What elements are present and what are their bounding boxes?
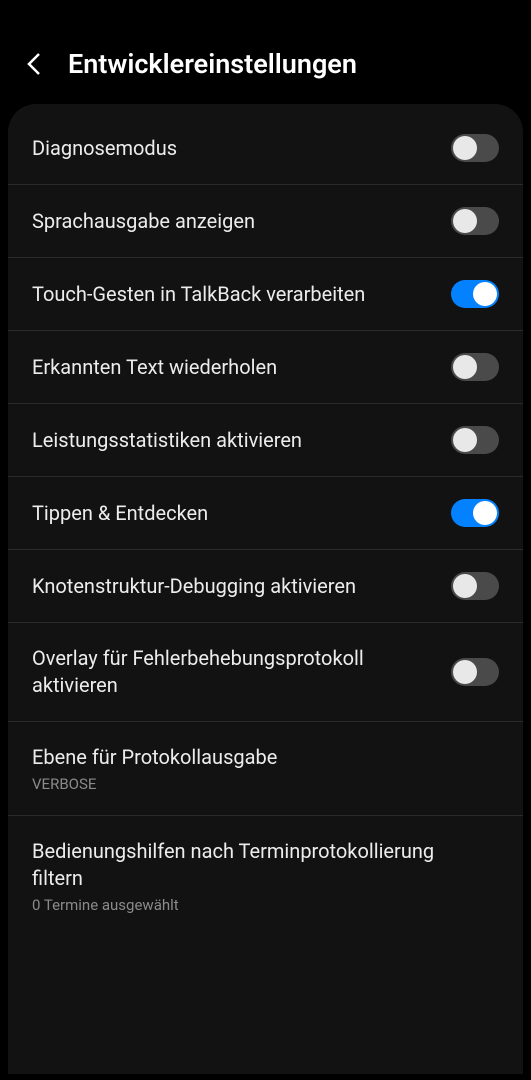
row-sub: VERBOSE [32,775,483,793]
page-title: Entwicklereinstellungen [68,48,357,80]
back-button[interactable] [20,50,48,78]
row-label: Knotenstruktur-Debugging aktivieren [32,573,435,600]
row-text: Tippen & Entdecken [32,500,451,527]
toggle-overlay-fehlerbehebung[interactable] [451,658,499,686]
toggle-knob [453,136,477,160]
toggle-knotenstruktur[interactable] [451,572,499,600]
chevron-left-icon [25,50,43,78]
row-erkannten-text[interactable]: Erkannten Text wiederholen [8,331,523,404]
row-leistungsstatistiken[interactable]: Leistungsstatistiken aktivieren [8,404,523,477]
row-text: Touch-Gesten in TalkBack verarbeiten [32,281,451,308]
toggle-knob [453,355,477,379]
toggle-erkannten-text[interactable] [451,353,499,381]
row-label: Sprachausgabe anzeigen [32,208,435,235]
row-label: Diagnosemodus [32,135,435,162]
header: Entwicklereinstellungen [0,0,531,104]
toggle-leistungsstatistiken[interactable] [451,426,499,454]
toggle-tippen-entdecken[interactable] [451,499,499,527]
row-label: Ebene für Protokollausgabe [32,744,483,771]
toggle-touch-gesten[interactable] [451,280,499,308]
row-text: Bedienungshilfen nach Terminprotokollier… [32,838,499,914]
row-overlay-fehlerbehebung[interactable]: Overlay für Fehlerbehebungsprotokoll akt… [8,623,523,722]
row-text: Sprachausgabe anzeigen [32,208,451,235]
toggle-diagnosemodus[interactable] [451,134,499,162]
toggle-knob [453,209,477,233]
settings-card: Diagnosemodus Sprachausgabe anzeigen Tou… [8,104,523,1074]
row-text: Overlay für Fehlerbehebungsprotokoll akt… [32,645,451,699]
toggle-sprachausgabe[interactable] [451,207,499,235]
toggle-knob [453,574,477,598]
row-text: Leistungsstatistiken aktivieren [32,427,451,454]
row-sprachausgabe[interactable]: Sprachausgabe anzeigen [8,185,523,258]
toggle-knob [473,501,497,525]
row-label: Touch-Gesten in TalkBack verarbeiten [32,281,435,308]
row-terminprotokollierung[interactable]: Bedienungshilfen nach Terminprotokollier… [8,816,523,936]
row-label: Leistungsstatistiken aktivieren [32,427,435,454]
row-text: Erkannten Text wiederholen [32,354,451,381]
row-text: Knotenstruktur-Debugging aktivieren [32,573,451,600]
row-label: Overlay für Fehlerbehebungsprotokoll akt… [32,645,435,699]
toggle-knob [453,428,477,452]
row-touch-gesten[interactable]: Touch-Gesten in TalkBack verarbeiten [8,258,523,331]
row-text: Ebene für Protokollausgabe VERBOSE [32,744,499,793]
row-protokollausgabe[interactable]: Ebene für Protokollausgabe VERBOSE [8,722,523,816]
row-tippen-entdecken[interactable]: Tippen & Entdecken [8,477,523,550]
toggle-knob [473,282,497,306]
row-sub: 0 Termine ausgewählt [32,896,483,914]
row-diagnosemodus[interactable]: Diagnosemodus [8,112,523,185]
row-label: Bedienungshilfen nach Terminprotokollier… [32,838,483,892]
row-knotenstruktur[interactable]: Knotenstruktur-Debugging aktivieren [8,550,523,623]
row-text: Diagnosemodus [32,135,451,162]
row-label: Erkannten Text wiederholen [32,354,435,381]
toggle-knob [453,660,477,684]
row-label: Tippen & Entdecken [32,500,435,527]
